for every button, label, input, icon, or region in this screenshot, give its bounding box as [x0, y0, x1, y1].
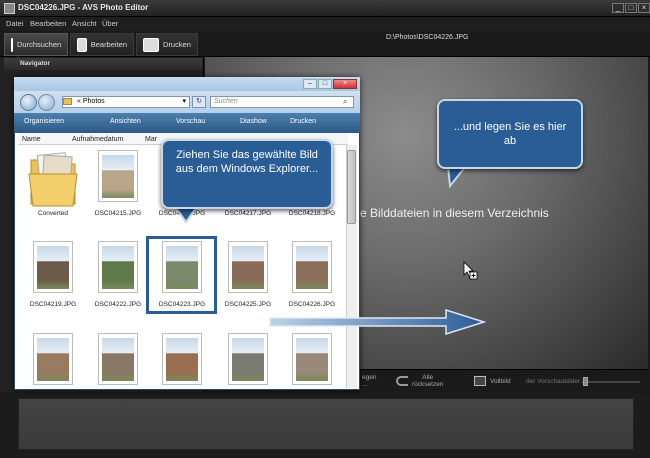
drag-callout: Ziehen Sie das gewählte Bild aus dem Win…: [161, 139, 333, 209]
drop-callout-text: ...und legen Sie es hier ab: [453, 121, 567, 147]
drag-callout-text: Ziehen Sie das gewählte Bild aus dem Win…: [175, 149, 319, 175]
drop-callout: ...und legen Sie es hier ab: [437, 99, 583, 169]
drag-arrow: [174, 165, 487, 336]
